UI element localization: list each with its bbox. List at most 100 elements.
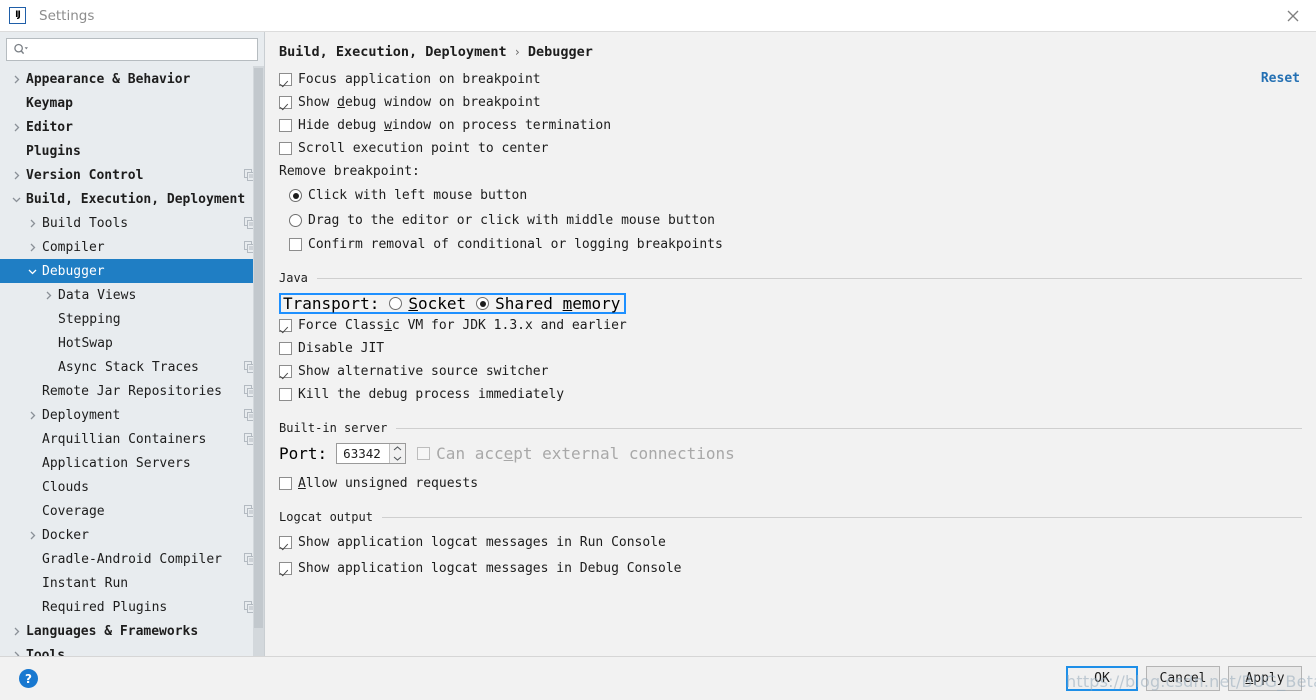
allow-unsigned-checkbox[interactable]: Allow unsigned requests: [279, 472, 1302, 495]
port-input[interactable]: [337, 444, 390, 463]
sidebar-item-required-plugins[interactable]: Required Plugins: [0, 595, 264, 619]
chevron-right-icon[interactable]: [10, 649, 23, 656]
intellij-logo-icon: IJ: [9, 7, 26, 24]
help-icon[interactable]: ?: [19, 669, 38, 688]
sidebar-item-async-stack-traces[interactable]: Async Stack Traces: [0, 355, 264, 379]
stepper-down-icon[interactable]: [390, 454, 405, 464]
checkbox-label: Scroll execution point to center: [298, 141, 549, 156]
sidebar-scrollbar-track[interactable]: [253, 66, 264, 656]
sidebar-item-plugins[interactable]: Plugins: [0, 139, 264, 163]
sidebar-item-appearance-behavior[interactable]: Appearance & Behavior: [0, 67, 264, 91]
stepper-up-icon[interactable]: [390, 444, 405, 454]
checkbox-row[interactable]: Disable JIT: [279, 337, 1302, 360]
checkbox-row[interactable]: Show application logcat messages in Debu…: [279, 557, 1302, 580]
radio-label: Click with left mouse button: [308, 188, 528, 203]
checkbox-box: [279, 319, 292, 332]
chevron-right-icon[interactable]: [26, 241, 39, 254]
confirm-removal-checkbox[interactable]: Confirm removal of conditional or loggin…: [279, 233, 1302, 256]
chevron-right-icon[interactable]: [10, 625, 23, 638]
sidebar-item-docker[interactable]: Docker: [0, 523, 264, 547]
reset-link[interactable]: Reset: [1261, 71, 1300, 86]
sidebar-item-instant-run[interactable]: Instant Run: [0, 571, 264, 595]
chevron-right-icon[interactable]: [10, 73, 23, 86]
sidebar-item-gradle-android-compiler[interactable]: Gradle-Android Compiler: [0, 547, 264, 571]
checkbox-row[interactable]: Scroll execution point to center: [279, 137, 1302, 160]
chevron-right-icon[interactable]: [26, 217, 39, 230]
sidebar-item-arquillian-containers[interactable]: Arquillian Containers: [0, 427, 264, 451]
chevron-right-icon[interactable]: [42, 289, 55, 302]
checkbox-row[interactable]: Force Classic VM for JDK 1.3.x and earli…: [279, 314, 1302, 337]
chevron-right-icon[interactable]: [10, 169, 23, 182]
settings-main-panel: Build, Execution, Deployment › Debugger …: [265, 32, 1316, 656]
sidebar-item-label: Version Control: [26, 167, 144, 183]
close-icon[interactable]: [1270, 0, 1316, 31]
checkbox-row[interactable]: Show debug window on breakpoint: [279, 91, 1302, 114]
sidebar-item-clouds[interactable]: Clouds: [0, 475, 264, 499]
apply-button[interactable]: Apply: [1228, 666, 1302, 691]
breadcrumb-parent[interactable]: Build, Execution, Deployment: [279, 44, 507, 60]
sidebar-item-application-servers[interactable]: Application Servers: [0, 451, 264, 475]
sidebar-item-debugger[interactable]: Debugger: [0, 259, 264, 283]
ok-button[interactable]: OK: [1066, 666, 1138, 691]
sidebar-item-label: Languages & Frameworks: [26, 623, 199, 639]
sidebar-item-hotswap[interactable]: HotSwap: [0, 331, 264, 355]
sidebar-item-version-control[interactable]: Version Control: [0, 163, 264, 187]
search-input[interactable]: [29, 39, 257, 60]
breadcrumb-current: Debugger: [527, 44, 593, 60]
checkbox-row[interactable]: Hide debug window on process termination: [279, 114, 1302, 137]
checkbox-label: Hide debug window on process termination: [298, 118, 612, 133]
chevron-down-icon[interactable]: [26, 265, 39, 278]
chevron-down-icon[interactable]: [10, 193, 23, 206]
sidebar-item-coverage[interactable]: Coverage: [0, 499, 264, 523]
external-connections-label: Can accept external connections: [436, 444, 735, 463]
sidebar-item-label: Build Tools: [42, 215, 129, 231]
chevron-right-icon[interactable]: [10, 121, 23, 134]
sidebar-item-build-tools[interactable]: Build Tools: [0, 211, 264, 235]
sidebar-item-label: Docker: [42, 527, 89, 543]
checkbox-label: Show application logcat messages in Run …: [298, 535, 666, 550]
chevron-right-icon[interactable]: [26, 529, 39, 542]
sidebar-item-label: Application Servers: [42, 455, 191, 471]
sidebar-item-label: Build, Execution, Deployment: [26, 191, 246, 207]
checkbox-box: [279, 562, 292, 575]
radio-row[interactable]: Click with left mouse button: [279, 183, 1302, 208]
sidebar-item-label: Required Plugins: [42, 599, 168, 615]
checkbox-row[interactable]: Show application logcat messages in Run …: [279, 531, 1302, 554]
remove-breakpoint-options: Click with left mouse button Drag to the …: [279, 183, 1302, 233]
search-box[interactable]: [6, 38, 258, 61]
sidebar-item-keymap[interactable]: Keymap: [0, 91, 264, 115]
sidebar-item-remote-jar-repositories[interactable]: Remote Jar Repositories: [0, 379, 264, 403]
search-icon: [13, 43, 29, 57]
port-stepper[interactable]: [336, 443, 407, 464]
sidebar-item-languages-frameworks[interactable]: Languages & Frameworks: [0, 619, 264, 643]
transport-row[interactable]: Transport: Socket Shared memory: [279, 293, 627, 314]
dialog-footer: ? OK Cancel Apply: [0, 656, 1316, 700]
checkbox-box: [279, 119, 292, 132]
sidebar-item-label: Clouds: [42, 479, 89, 495]
builtin-server-group-title: Built-in server: [279, 421, 388, 435]
sidebar-item-build-execution-deployment[interactable]: Build, Execution, Deployment: [0, 187, 264, 211]
chevron-right-icon[interactable]: [26, 409, 39, 422]
sidebar-item-compiler[interactable]: Compiler: [0, 235, 264, 259]
sidebar-scrollbar-thumb[interactable]: [254, 68, 263, 628]
cancel-button[interactable]: Cancel: [1146, 666, 1220, 691]
sidebar-item-data-views[interactable]: Data Views: [0, 283, 264, 307]
radio-shared-memory[interactable]: [476, 297, 490, 310]
sidebar-item-deployment[interactable]: Deployment: [0, 403, 264, 427]
checkbox-box: [289, 238, 302, 251]
dialog-buttons: OK Cancel Apply: [1066, 666, 1302, 691]
radio-socket[interactable]: [389, 297, 403, 310]
sidebar-item-stepping[interactable]: Stepping: [0, 307, 264, 331]
port-label: Port:: [279, 444, 328, 463]
checkbox-row[interactable]: Focus application on breakpoint: [279, 68, 1302, 91]
checkbox-box: [279, 365, 292, 378]
checkbox-label: Show debug window on breakpoint: [298, 95, 541, 110]
radio-row[interactable]: Drag to the editor or click with middle …: [279, 208, 1302, 233]
sidebar-item-editor[interactable]: Editor: [0, 115, 264, 139]
checkbox-row[interactable]: Kill the debug process immediately: [279, 383, 1302, 406]
checkbox-row[interactable]: Show alternative source switcher: [279, 360, 1302, 383]
group-divider: [396, 427, 1302, 429]
sidebar-item-tools[interactable]: Tools: [0, 643, 264, 656]
sidebar-item-label: Async Stack Traces: [58, 359, 199, 375]
